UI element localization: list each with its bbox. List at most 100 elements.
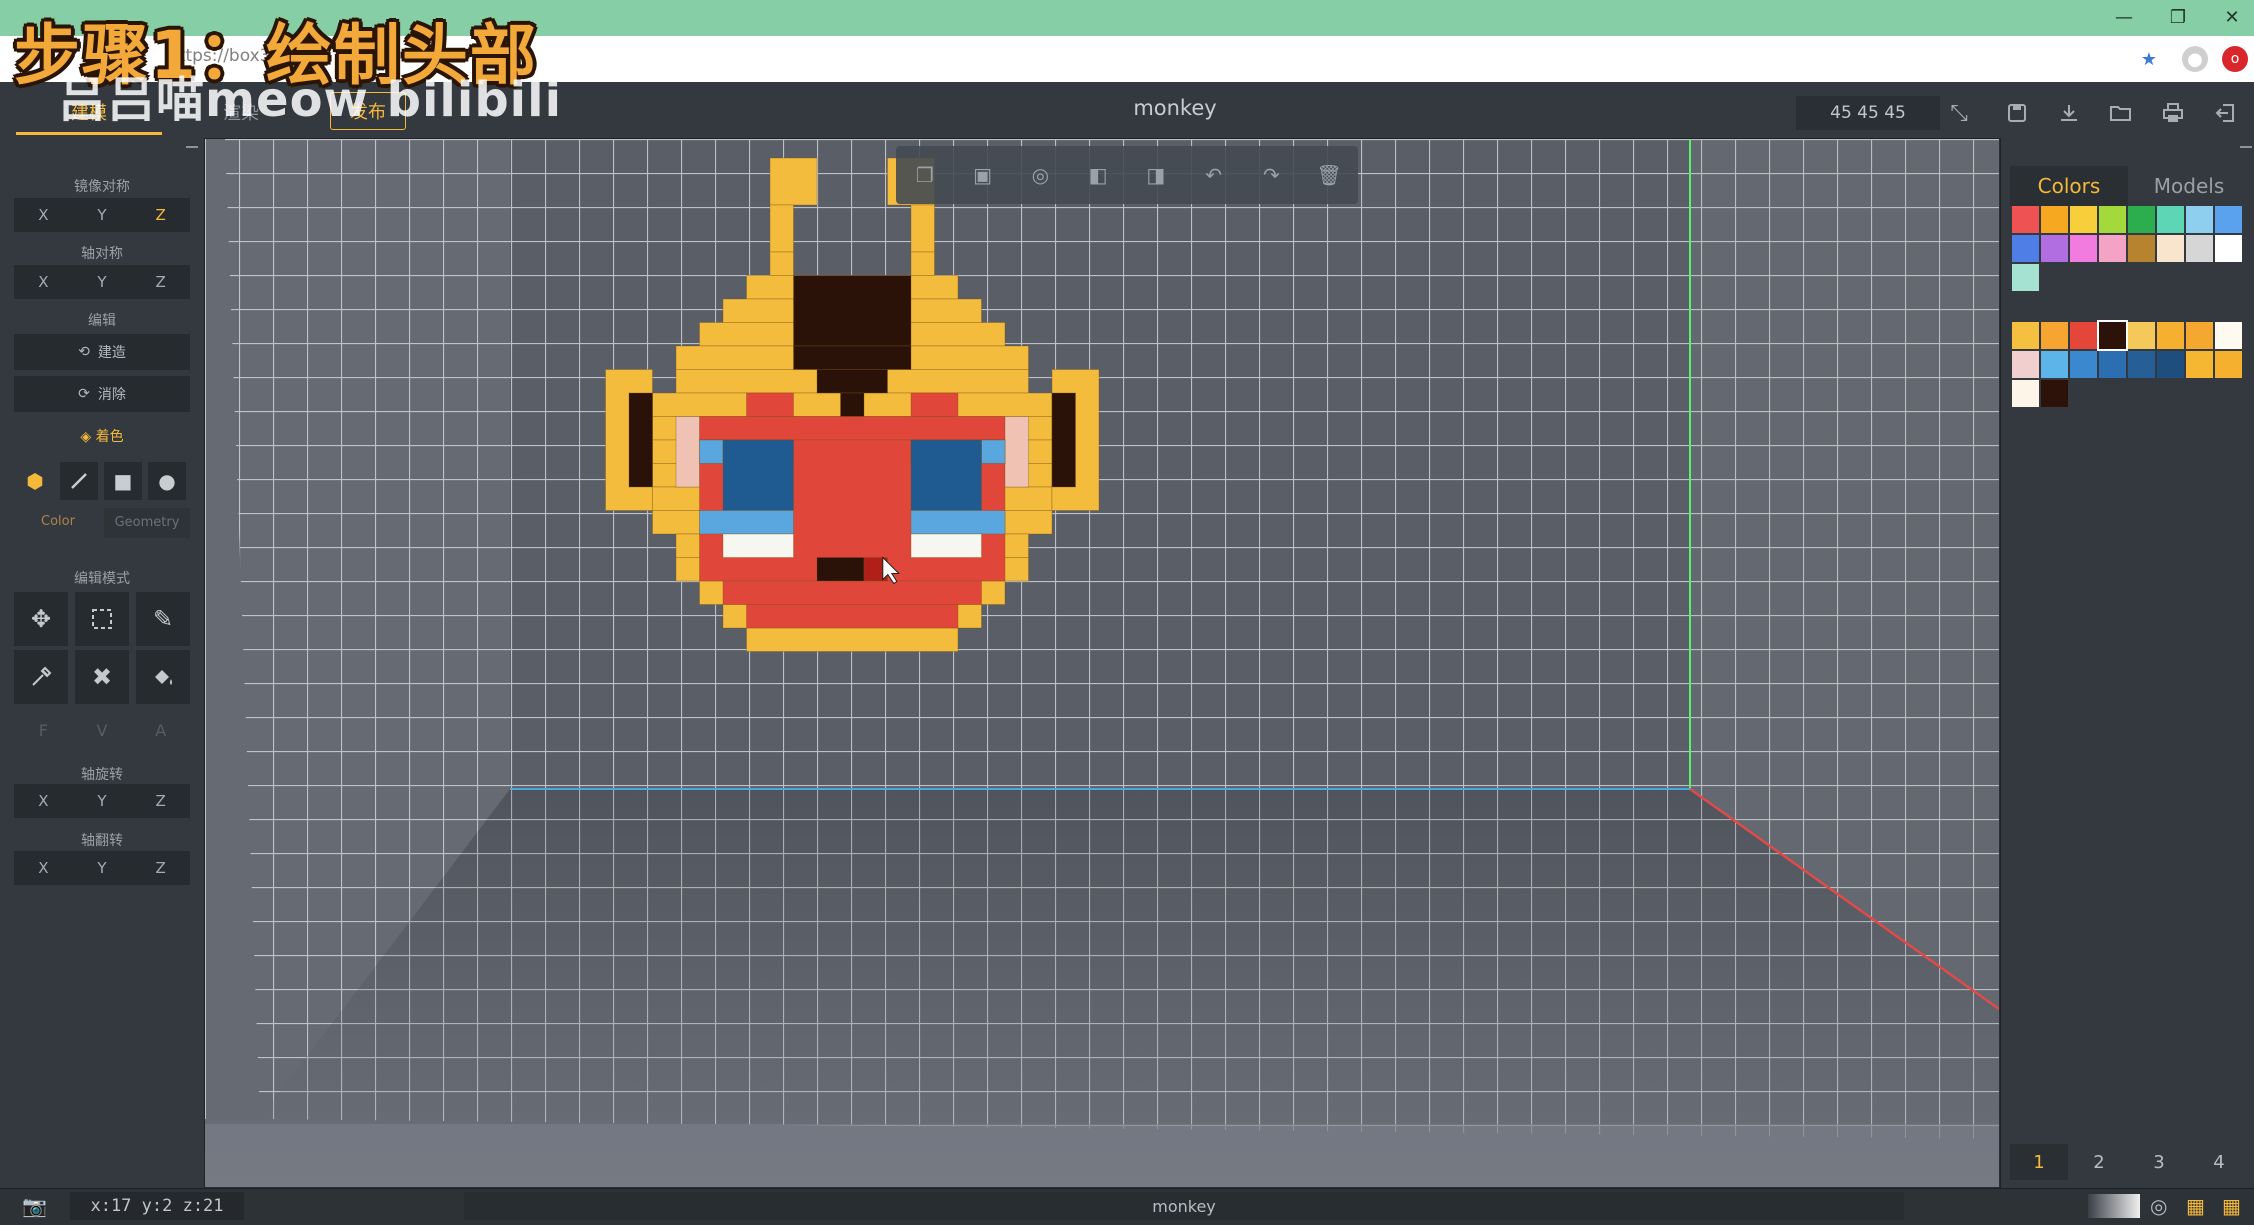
copy-icon[interactable]: ❐ [906,163,944,187]
flip-x-button[interactable]: X [14,851,73,885]
flip-z-button[interactable]: Z [131,851,190,885]
open-folder-icon[interactable] [2104,96,2138,130]
line-tool-icon[interactable] [60,462,98,500]
color-swatch[interactable] [2097,320,2128,351]
color-mode-label[interactable]: Color [14,514,102,529]
voxel[interactable] [816,557,865,582]
color-swatch[interactable] [2128,322,2155,349]
color-swatch[interactable] [2099,351,2126,378]
geometry-mode-label[interactable]: Geometry [104,508,190,538]
voxel[interactable] [816,369,888,394]
color-swatch[interactable] [2041,322,2068,349]
color-swatch[interactable] [2070,206,2097,233]
color-swatch[interactable] [2012,264,2039,291]
close-window-icon[interactable]: ✕ [2206,0,2254,34]
voxel[interactable] [793,345,912,370]
color-swatch[interactable] [2099,206,2126,233]
delete-tool-icon[interactable]: ✖ [75,650,129,704]
extension-icon[interactable]: o [2222,46,2248,72]
voxel[interactable] [769,251,794,276]
capture-icon[interactable]: ◎ [1021,163,1059,187]
color-swatch[interactable] [2070,351,2097,378]
color-swatch[interactable] [2041,351,2068,378]
color-swatch[interactable] [2215,351,2242,378]
mirror-z-button[interactable]: Z [131,198,190,232]
collapse-left-icon[interactable] [186,146,198,148]
palette-page-2[interactable]: 2 [2070,1144,2128,1180]
voxel[interactable] [1051,392,1076,488]
voxel[interactable] [746,627,959,652]
select-tool-icon[interactable] [75,592,129,646]
color-swatch[interactable] [2157,351,2184,378]
color-swatch[interactable] [2215,235,2242,262]
voxel[interactable] [699,439,724,464]
voxel[interactable] [1004,416,1029,488]
voxel[interactable] [722,533,794,558]
layer-back-icon[interactable]: ◧ [1079,163,1117,187]
color-swatch[interactable] [2128,235,2155,262]
color-swatch[interactable] [2186,235,2213,262]
trash-icon[interactable]: 🗑 [1310,163,1348,187]
circle-tool-icon[interactable]: ● [148,462,186,500]
voxel[interactable] [910,439,982,511]
rectangle-tool-icon[interactable]: ■ [104,462,142,500]
voxel[interactable] [910,533,982,558]
voxel[interactable] [769,157,818,206]
voxel[interactable] [910,251,935,276]
restore-icon[interactable]: ❐ [2152,0,2204,34]
color-swatch[interactable] [2186,322,2213,349]
voxel[interactable] [793,275,912,347]
fill-bucket-icon[interactable] [136,650,190,704]
voxel[interactable] [910,204,935,253]
f-button[interactable]: F [14,716,73,746]
v-button[interactable]: V [73,716,132,746]
voxel[interactable] [722,439,794,511]
color-swatch[interactable] [2041,206,2068,233]
3d-viewport[interactable] [205,139,1999,1187]
tab-colors[interactable]: Colors [2010,166,2128,206]
voxel[interactable] [746,392,794,417]
voxel[interactable] [699,510,794,535]
color-swatch[interactable] [2215,206,2242,233]
mirror-x-button[interactable]: X [14,198,73,232]
palette-page-3[interactable]: 3 [2130,1144,2188,1180]
voxel-scene[interactable] [205,139,1999,1187]
paste-icon[interactable]: ▣ [964,163,1002,187]
mirror-y-button[interactable]: Y [73,198,132,232]
voxel-cube-icon[interactable]: ⬢ [16,462,54,500]
background-gradient-icon[interactable] [2088,1194,2140,1218]
eyedropper-tool-icon[interactable] [14,650,68,704]
move-tool-icon[interactable]: ✥ [14,592,68,646]
palette-page-4[interactable]: 4 [2190,1144,2248,1180]
color-swatch[interactable] [2215,322,2242,349]
undo-icon[interactable]: ↶ [1195,163,1233,187]
color-swatch[interactable] [2012,351,2039,378]
voxel[interactable] [675,416,700,488]
grid-toggle-icon[interactable]: ▦ [2186,1194,2205,1218]
print-icon[interactable] [2156,96,2190,130]
axis-x-button[interactable]: X [14,265,73,299]
dimensions-input[interactable]: 45 45 45 [1796,96,1940,130]
color-swatch[interactable] [2012,206,2039,233]
bookmark-star-icon[interactable]: ★ [2136,46,2162,72]
voxel[interactable] [628,392,653,488]
color-swatch[interactable] [2157,322,2184,349]
color-swatch[interactable] [2070,235,2097,262]
voxel[interactable] [699,416,1006,441]
axis-y-button[interactable]: Y [73,265,132,299]
color-swatch[interactable] [2186,351,2213,378]
color-swatch[interactable] [2041,380,2068,407]
rotate-x-button[interactable]: X [14,784,73,818]
pencil-tool-icon[interactable]: ✎ [136,592,190,646]
color-swatch[interactable] [2157,235,2184,262]
a-button[interactable]: A [131,716,190,746]
color-swatch[interactable] [2070,322,2097,349]
voxel[interactable] [910,510,1006,535]
voxel[interactable] [981,439,1006,464]
color-swatch[interactable] [2128,351,2155,378]
voxel[interactable] [910,392,959,417]
voxel[interactable] [746,604,959,629]
compress-icon[interactable]: ⤡ [1942,96,1976,130]
collapse-right-icon[interactable] [2240,146,2252,148]
paint-label[interactable]: ◈ 着色 [0,426,204,446]
